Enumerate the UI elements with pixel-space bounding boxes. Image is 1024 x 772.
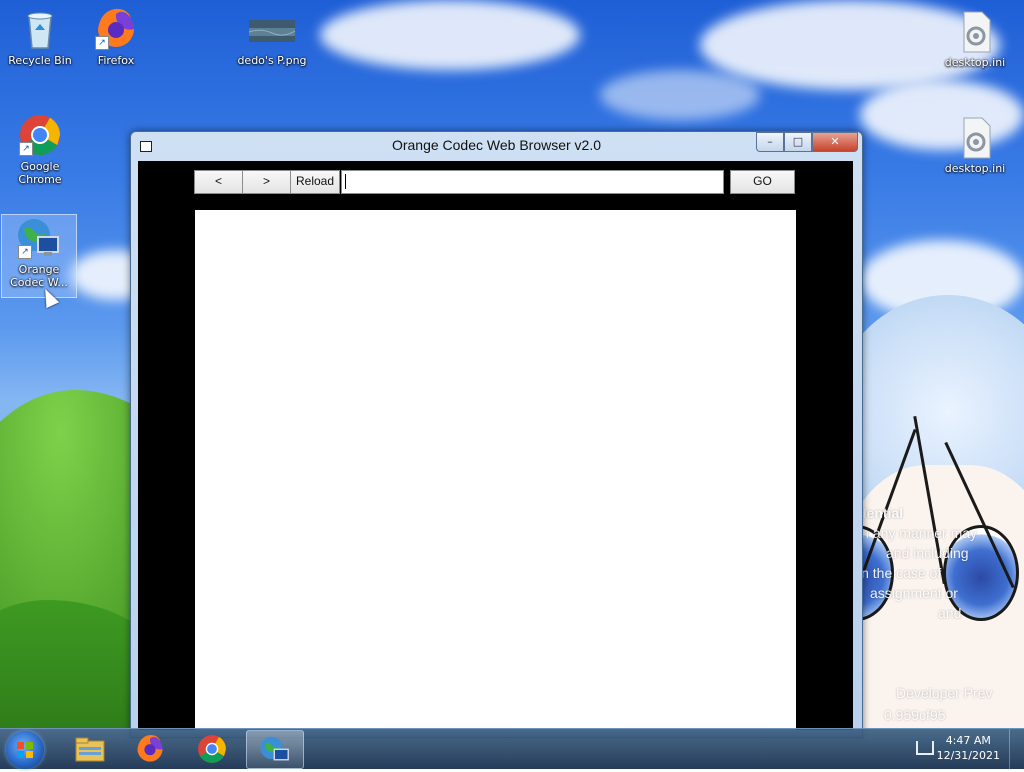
- window-controls: – □ ✕: [756, 132, 858, 152]
- settings-file-icon: [952, 8, 998, 54]
- taskbar-chrome[interactable]: [184, 730, 240, 767]
- wallpaper-text: assignment or: [870, 585, 958, 601]
- shortcut-arrow-icon: ↗: [19, 142, 33, 156]
- wallpaper-text: in the case of: [858, 565, 942, 581]
- taskbar-firefox[interactable]: [122, 730, 178, 767]
- wallpaper-text: 0.959cf95: [884, 707, 946, 723]
- desktop-icon-google-chrome[interactable]: ↗ Google Chrome: [0, 112, 80, 186]
- cloud: [320, 0, 580, 70]
- clock-date: 12/31/2021: [936, 749, 1000, 762]
- title-bar[interactable]: Orange Codec Web Browser v2.0 – □ ✕: [131, 132, 862, 160]
- taskbar: 4:47 AM 12/31/2021: [0, 728, 1024, 769]
- wallpaper-text: and: [938, 605, 962, 621]
- url-input[interactable]: [341, 170, 724, 194]
- explorer-icon: [75, 737, 105, 761]
- minimize-button[interactable]: –: [756, 132, 784, 152]
- desktop-icon-desktop-ini[interactable]: desktop.ini: [935, 8, 1015, 69]
- firefox-icon: ↗: [93, 6, 139, 52]
- wallpaper-text: dential: [858, 505, 904, 521]
- browser-client-area: < > Reload GO: [138, 161, 853, 730]
- reload-button[interactable]: Reload: [290, 170, 340, 194]
- window-title: Orange Codec Web Browser v2.0: [391, 137, 602, 153]
- desktop-icon-firefox[interactable]: ↗ Firefox: [76, 6, 156, 67]
- page-viewport[interactable]: [195, 210, 796, 730]
- wallpaper-text: in any manner may: [858, 525, 978, 541]
- cloud: [600, 70, 760, 120]
- system-clock[interactable]: 4:47 AM 12/31/2021: [937, 733, 1000, 763]
- back-button[interactable]: <: [194, 170, 243, 194]
- chrome-icon: ↗: [17, 112, 63, 158]
- chrome-icon: [198, 734, 226, 763]
- start-button[interactable]: [6, 731, 44, 769]
- desktop-icon-label: desktop.ini: [944, 56, 1006, 69]
- desktop-icon-label: Orange Codec W...: [10, 263, 68, 289]
- desktop-icon-label: desktop.ini: [944, 162, 1006, 175]
- settings-file-icon: [952, 114, 998, 160]
- desktop-icon-desktop-ini[interactable]: desktop.ini: [935, 114, 1015, 175]
- text-caret: [345, 174, 346, 189]
- go-button[interactable]: GO: [730, 170, 795, 194]
- wallpaper-character: dential in any manner may and including …: [858, 295, 1024, 728]
- desktop-icon-label: Google Chrome: [18, 160, 62, 186]
- shortcut-arrow-icon: ↗: [18, 245, 32, 259]
- recycle-bin-icon: [17, 6, 63, 52]
- taskbar-explorer[interactable]: [62, 730, 118, 767]
- clock-time: 4:47 AM: [945, 734, 991, 747]
- taskbar-orange-codec-browser[interactable]: [246, 730, 304, 769]
- desktop-icon-orange-codec-browser[interactable]: ↗ Orange Codec W...: [1, 214, 77, 298]
- browser-window[interactable]: Orange Codec Web Browser v2.0 – □ ✕ < > …: [130, 131, 863, 738]
- desktop-icon-recycle-bin[interactable]: Recycle Bin: [0, 6, 80, 67]
- desktop-icon-label: Recycle Bin: [8, 54, 72, 67]
- show-desktop-button[interactable]: [1009, 729, 1024, 769]
- network-icon[interactable]: [916, 741, 934, 755]
- orange-codec-browser-icon: ↗: [16, 215, 62, 261]
- wallpaper-text: and including: [886, 545, 969, 561]
- orange-codec-browser-icon: [260, 736, 289, 760]
- wallpaper-text: Developer Prev: [896, 685, 993, 701]
- image-file-icon: [248, 6, 296, 52]
- maximize-button[interactable]: □: [784, 132, 812, 152]
- desktop-icon-label: Firefox: [97, 54, 135, 67]
- desktop-icon-image-file[interactable]: dedo's P.png: [232, 6, 312, 67]
- firefox-icon: [137, 734, 163, 762]
- windows-logo-icon: [17, 742, 33, 758]
- close-button[interactable]: ✕: [812, 132, 858, 152]
- shortcut-arrow-icon: ↗: [95, 36, 109, 50]
- forward-button[interactable]: >: [242, 170, 291, 194]
- desktop-icon-label: dedo's P.png: [237, 54, 307, 67]
